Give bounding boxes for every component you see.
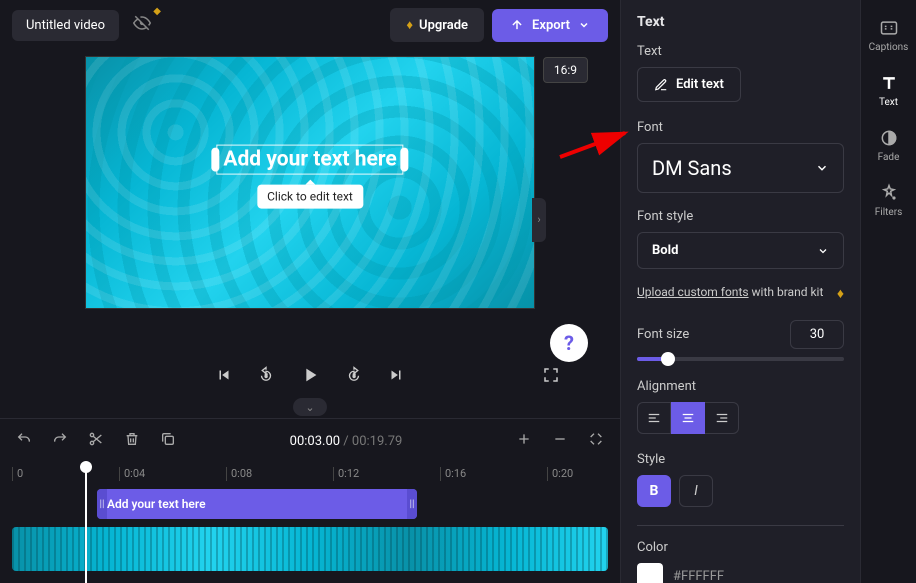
text-icon <box>879 73 899 93</box>
top-bar: Untitled video ◆ ♦ Upgrade Export <box>0 0 620 50</box>
font-style-value: Bold <box>652 243 678 258</box>
playhead[interactable] <box>85 463 87 583</box>
font-size-input[interactable] <box>790 320 844 349</box>
panel-title: Text <box>637 14 844 30</box>
eye-off-icon <box>133 14 151 32</box>
video-clip[interactable] <box>12 527 608 571</box>
alignment-label: Alignment <box>637 379 844 394</box>
font-style-section-label: Font style <box>637 209 844 224</box>
color-swatch[interactable] <box>637 563 663 583</box>
undo-button[interactable] <box>12 427 36 455</box>
timeline[interactable]: 0 0:04 0:08 0:12 0:16 0:20 || Add your t… <box>0 463 620 583</box>
italic-button[interactable]: I <box>679 475 713 507</box>
clip-handle-right[interactable]: || <box>407 489 417 519</box>
collapse-timeline-button[interactable]: ⌄ <box>293 398 327 416</box>
visibility-toggle[interactable]: ◆ <box>127 8 157 42</box>
help-button[interactable]: ? <box>550 324 588 362</box>
color-row: #FFFFFF <box>637 563 844 583</box>
chevron-down-icon <box>815 161 829 175</box>
style-label: Style <box>637 452 844 467</box>
redo-button[interactable] <box>48 427 72 455</box>
chevron-down-icon <box>578 19 590 31</box>
alignment-group <box>637 402 844 434</box>
upload-icon <box>510 18 524 32</box>
crown-icon: ♦ <box>406 17 413 33</box>
timecode-display: 00:03.00 / 00:19.79 <box>290 434 403 449</box>
play-button[interactable] <box>299 364 321 386</box>
text-clip[interactable]: || Add your text here || <box>97 489 417 519</box>
video-preview[interactable]: 16:9 Add your text here Click to edit te… <box>85 56 535 309</box>
color-hex: #FFFFFF <box>673 569 724 583</box>
delete-button[interactable] <box>120 427 144 455</box>
filters-icon <box>879 183 899 203</box>
edit-icon <box>654 78 668 92</box>
rail-filters-button[interactable]: Filters <box>865 175 913 226</box>
skip-end-button[interactable] <box>387 366 405 384</box>
font-value: DM Sans <box>652 156 732 180</box>
upgrade-button[interactable]: ♦ Upgrade <box>390 8 484 42</box>
properties-panel: Text Text Edit text Font DM Sans Font st… <box>620 0 860 583</box>
upload-fonts-link-row: Upload custom fonts with brand kit ♦ <box>637 285 844 302</box>
text-section-label: Text <box>637 44 844 59</box>
rail-text-button[interactable]: Text <box>865 65 913 116</box>
svg-text:5: 5 <box>353 373 356 379</box>
resize-handle-right[interactable] <box>401 147 409 171</box>
text-overlay-box[interactable]: Add your text here <box>216 144 403 174</box>
align-left-button[interactable] <box>637 402 671 434</box>
rewind-5-button[interactable]: 5 <box>257 366 275 384</box>
upgrade-label: Upgrade <box>419 18 468 33</box>
duplicate-button[interactable] <box>156 427 180 455</box>
timeline-toolbar: 00:03.00 / 00:19.79 <box>0 418 620 463</box>
playback-controls: 5 5 <box>0 350 620 396</box>
edit-tooltip: Click to edit text <box>257 184 363 208</box>
export-label: Export <box>532 18 570 33</box>
captions-icon <box>879 18 899 38</box>
fullscreen-button[interactable] <box>542 366 560 384</box>
aspect-ratio-button[interactable]: 16:9 <box>543 57 588 83</box>
resize-handle-left[interactable] <box>211 147 219 171</box>
zoom-out-button[interactable] <box>548 427 572 455</box>
style-group: B I <box>637 475 844 507</box>
timeline-ruler[interactable]: 0 0:04 0:08 0:12 0:16 0:20 <box>12 463 608 489</box>
font-size-slider[interactable] <box>637 357 844 361</box>
rail-captions-button[interactable]: Captions <box>865 10 913 61</box>
align-right-button[interactable] <box>705 402 739 434</box>
overlay-text: Add your text here <box>223 147 396 171</box>
rail-fade-button[interactable]: Fade <box>865 120 913 171</box>
skip-start-button[interactable] <box>215 366 233 384</box>
chevron-down-icon <box>817 245 829 257</box>
svg-text:5: 5 <box>265 373 268 379</box>
video-title-button[interactable]: Untitled video <box>12 10 119 41</box>
font-select[interactable]: DM Sans <box>637 143 844 193</box>
clip-handle-left[interactable]: || <box>97 489 107 519</box>
edit-text-button[interactable]: Edit text <box>637 67 741 102</box>
upload-fonts-link[interactable]: Upload custom fonts <box>637 285 749 299</box>
align-center-button[interactable] <box>671 402 705 434</box>
crown-icon: ♦ <box>837 285 844 302</box>
font-style-select[interactable]: Bold <box>637 232 844 269</box>
fade-icon <box>879 128 899 148</box>
tool-rail: Captions Text Fade Filters <box>860 0 916 583</box>
edit-text-label: Edit text <box>676 77 724 92</box>
zoom-in-button[interactable] <box>512 427 536 455</box>
clip-label: Add your text here <box>107 497 206 511</box>
fit-button[interactable] <box>584 427 608 455</box>
crown-icon: ◆ <box>153 6 161 17</box>
expand-panel-tab[interactable]: › <box>532 198 546 242</box>
forward-5-button[interactable]: 5 <box>345 366 363 384</box>
color-label: Color <box>637 540 844 555</box>
slider-thumb[interactable] <box>661 352 675 366</box>
font-section-label: Font <box>637 120 844 135</box>
split-button[interactable] <box>84 427 108 455</box>
export-button[interactable]: Export <box>492 9 608 42</box>
font-size-label: Font size <box>637 327 689 342</box>
